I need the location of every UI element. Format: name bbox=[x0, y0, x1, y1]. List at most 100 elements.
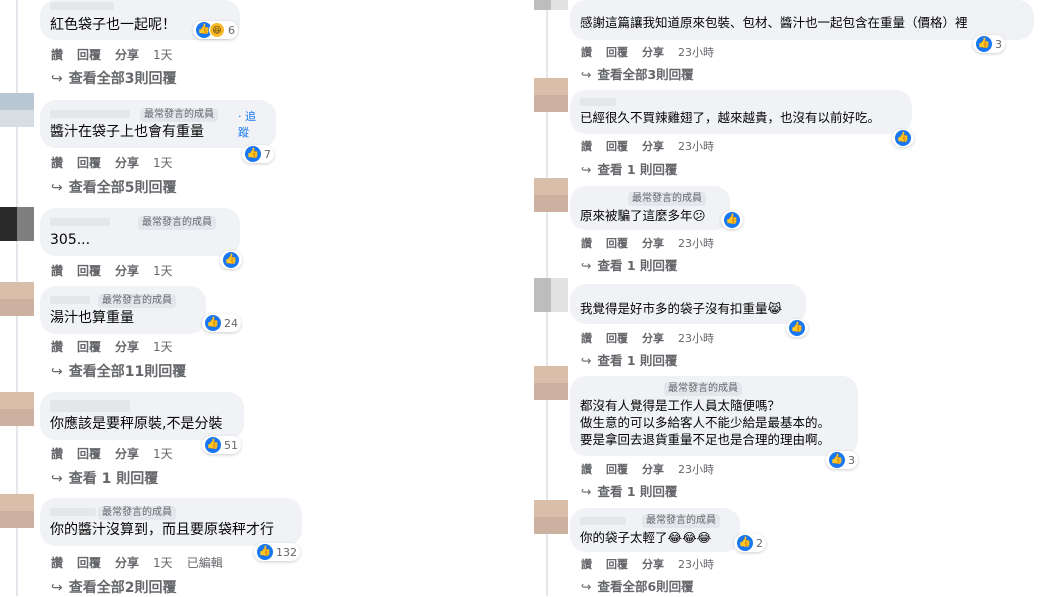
like-button[interactable]: 讚 bbox=[51, 154, 63, 171]
comment-timestamp[interactable]: 1天 bbox=[153, 445, 173, 462]
top-commenter-badge: 最常發言的成員 bbox=[664, 382, 742, 396]
reply-button[interactable]: 回覆 bbox=[77, 445, 101, 462]
reply-arrow-icon: ↪ bbox=[581, 579, 592, 594]
like-button[interactable]: 讚 bbox=[581, 556, 592, 572]
share-button[interactable]: 分享 bbox=[115, 445, 139, 462]
follow-link[interactable]: · 追蹤 bbox=[238, 108, 266, 140]
reply-button[interactable]: 回覆 bbox=[606, 235, 628, 251]
share-button[interactable]: 分享 bbox=[642, 556, 664, 572]
comment-bubble: 最常發言的成員 都沒有人覺得是工作人員太隨便嗎？ 做生意的可以多給客人不能少給是… bbox=[570, 376, 858, 456]
share-button[interactable]: 分享 bbox=[115, 262, 139, 279]
reaction-summary[interactable]: 👍 7 bbox=[242, 145, 274, 163]
author-name-redacted bbox=[50, 110, 130, 118]
share-button[interactable]: 分享 bbox=[115, 338, 139, 355]
reply-button[interactable]: 回覆 bbox=[606, 330, 628, 346]
avatar[interactable] bbox=[0, 207, 34, 241]
reaction-summary[interactable]: 👍 132 bbox=[254, 543, 300, 561]
reply-arrow-icon: ↪ bbox=[51, 364, 63, 380]
view-replies-link[interactable]: ↪ 查看全部6則回覆 bbox=[581, 576, 694, 595]
comment-actions: 讚 回覆 分享 1天 bbox=[51, 46, 173, 63]
view-replies-link[interactable]: ↪ 查看 1 則回覆 bbox=[581, 350, 677, 369]
reply-button[interactable]: 回覆 bbox=[77, 262, 101, 279]
comment-bubble: 最常發言的成員 你的醬汁沒算到，而且要原袋秤才行 bbox=[40, 498, 302, 546]
like-button[interactable]: 讚 bbox=[581, 44, 592, 60]
reaction-summary[interactable]: 👍 bbox=[786, 319, 808, 337]
reaction-summary[interactable]: 👍 bbox=[220, 251, 242, 269]
view-replies-link[interactable]: ↪ 查看 1 則回覆 bbox=[581, 255, 677, 274]
reply-arrow-icon: ↪ bbox=[581, 353, 592, 368]
comment-timestamp[interactable]: 23小時 bbox=[678, 556, 714, 572]
view-replies-link[interactable]: ↪ 查看全部2則回覆 bbox=[51, 577, 176, 597]
reaction-summary[interactable]: 👍 51 bbox=[202, 436, 241, 454]
avatar[interactable] bbox=[534, 366, 568, 400]
avatar[interactable] bbox=[534, 500, 568, 534]
comment-timestamp[interactable]: 23小時 bbox=[678, 235, 714, 251]
reaction-count: 132 bbox=[276, 545, 297, 559]
reply-button[interactable]: 回覆 bbox=[606, 138, 628, 154]
avatar[interactable] bbox=[0, 93, 34, 127]
view-replies-link[interactable]: ↪ 查看 1 則回覆 bbox=[51, 468, 158, 488]
reply-button[interactable]: 回覆 bbox=[606, 461, 628, 477]
like-button[interactable]: 讚 bbox=[51, 445, 63, 462]
share-button[interactable]: 分享 bbox=[642, 44, 664, 60]
top-commenter-badge: 最常發言的成員 bbox=[138, 216, 216, 230]
comment-timestamp[interactable]: 23小時 bbox=[678, 44, 714, 60]
view-replies-link[interactable]: ↪ 查看全部3則回覆 bbox=[581, 64, 694, 83]
share-button[interactable]: 分享 bbox=[115, 46, 139, 63]
comment-timestamp[interactable]: 1天 bbox=[153, 154, 173, 171]
author-name-redacted bbox=[50, 218, 110, 226]
comment-timestamp[interactable]: 23小時 bbox=[678, 461, 714, 477]
reply-button[interactable]: 回覆 bbox=[77, 338, 101, 355]
like-button[interactable]: 讚 bbox=[51, 262, 63, 279]
view-replies-link[interactable]: ↪ 查看全部3則回覆 bbox=[51, 68, 176, 88]
share-button[interactable]: 分享 bbox=[642, 235, 664, 251]
author-name-redacted bbox=[580, 98, 616, 106]
avatar[interactable] bbox=[0, 282, 34, 316]
avatar[interactable] bbox=[534, 278, 568, 312]
reaction-summary[interactable]: 👍 bbox=[721, 211, 743, 229]
like-button[interactable]: 讚 bbox=[581, 235, 592, 251]
reply-button[interactable]: 回覆 bbox=[77, 46, 101, 63]
like-button[interactable]: 讚 bbox=[51, 554, 63, 571]
avatar[interactable] bbox=[534, 0, 568, 10]
comment-actions: 讚 回覆 分享 23小時 bbox=[581, 461, 714, 477]
comment-timestamp[interactable]: 1天 bbox=[153, 262, 173, 279]
reply-button[interactable]: 回覆 bbox=[606, 44, 628, 60]
reply-button[interactable]: 回覆 bbox=[77, 154, 101, 171]
like-button[interactable]: 讚 bbox=[581, 330, 592, 346]
view-replies-link[interactable]: ↪ 查看 1 則回覆 bbox=[581, 481, 677, 500]
comment-timestamp[interactable]: 1天 bbox=[153, 554, 173, 571]
reaction-summary[interactable]: 👍 24 bbox=[202, 314, 241, 332]
view-replies-link[interactable]: ↪ 查看全部5則回覆 bbox=[51, 177, 176, 197]
like-button[interactable]: 讚 bbox=[581, 461, 592, 477]
avatar[interactable] bbox=[0, 494, 34, 528]
reply-button[interactable]: 回覆 bbox=[77, 554, 101, 571]
reply-button[interactable]: 回覆 bbox=[606, 556, 628, 572]
avatar[interactable] bbox=[534, 78, 568, 112]
share-button[interactable]: 分享 bbox=[642, 330, 664, 346]
reaction-summary[interactable]: 👍 2 bbox=[734, 534, 766, 552]
comment-timestamp[interactable]: 23小時 bbox=[678, 330, 714, 346]
avatar[interactable] bbox=[0, 392, 34, 426]
right-comment-column: 感謝這篇讓我知道原來包裝、包材、醬汁也一起包含在重量（價格）裡 👍 3 讚 回覆… bbox=[530, 0, 1060, 596]
comment-timestamp[interactable]: 1天 bbox=[153, 338, 173, 355]
reaction-summary[interactable]: 👍 😆 6 bbox=[193, 21, 238, 39]
avatar[interactable] bbox=[534, 178, 568, 212]
view-replies-link[interactable]: ↪ 查看全部11則回覆 bbox=[51, 361, 186, 381]
like-button[interactable]: 讚 bbox=[51, 46, 63, 63]
reaction-summary[interactable]: 👍 3 bbox=[826, 451, 858, 469]
reaction-count: 3 bbox=[848, 453, 855, 467]
reaction-summary[interactable]: 👍 3 bbox=[973, 35, 1005, 53]
comment-timestamp[interactable]: 23小時 bbox=[678, 138, 714, 154]
comment-bubble: 最常發言的成員 湯汁也算重量 bbox=[40, 286, 206, 334]
view-replies-link[interactable]: ↪ 查看 1 則回覆 bbox=[581, 159, 677, 178]
share-button[interactable]: 分享 bbox=[115, 554, 139, 571]
share-button[interactable]: 分享 bbox=[115, 154, 139, 171]
share-button[interactable]: 分享 bbox=[642, 461, 664, 477]
reply-arrow-icon: ↪ bbox=[581, 484, 592, 499]
like-button[interactable]: 讚 bbox=[51, 338, 63, 355]
comment-timestamp[interactable]: 1天 bbox=[153, 46, 173, 63]
reaction-summary[interactable]: 👍 bbox=[892, 129, 914, 147]
like-button[interactable]: 讚 bbox=[581, 138, 592, 154]
share-button[interactable]: 分享 bbox=[642, 138, 664, 154]
